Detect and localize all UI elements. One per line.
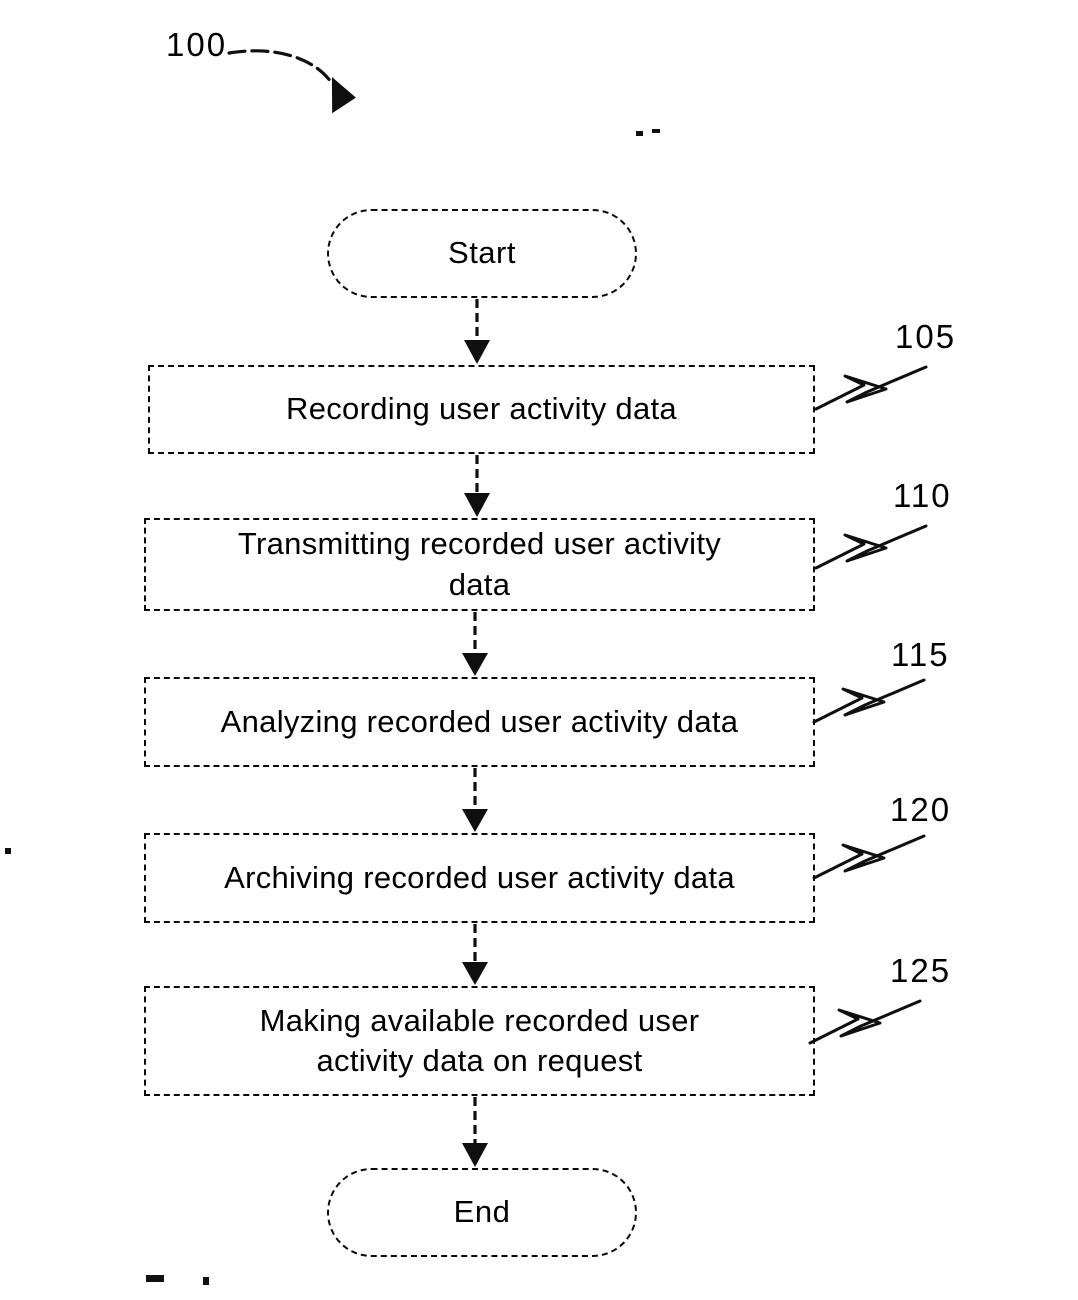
leader-line-120 <box>812 834 926 880</box>
connector-115-to-120 <box>462 768 488 832</box>
node-label-transmitting: Transmitting recorded user activity data <box>237 526 722 602</box>
scan-artifact-speck <box>636 131 643 136</box>
leader-line-105 <box>814 365 928 411</box>
flowchart-node-end[interactable]: End <box>327 1168 637 1257</box>
scan-artifact-speck <box>5 848 11 854</box>
callout-number-115: 115 <box>891 636 950 673</box>
flowchart-node-recording[interactable]: Recording user activity data <box>148 365 815 454</box>
connector-start-to-105 <box>464 299 490 364</box>
callout-number-110: 110 <box>893 477 952 514</box>
callout-number-120: 120 <box>890 791 952 828</box>
callout-number-125: 125 <box>890 952 952 989</box>
patent-figure-canvas: 100 Start Recording user activity data T… <box>0 0 1078 1300</box>
scan-artifact-speck <box>146 1275 164 1282</box>
flowchart-node-archiving[interactable]: Archiving recorded user activity data <box>144 833 815 923</box>
node-label-end: End <box>453 1194 511 1230</box>
leader-line-115 <box>812 678 926 724</box>
flowchart-node-making-available[interactable]: Making available recorded user activity … <box>144 986 815 1096</box>
scan-artifact-speck <box>652 129 660 133</box>
node-label-making-available: Making available recorded user activity … <box>259 1002 700 1078</box>
connector-120-to-125 <box>462 924 488 985</box>
node-label-recording: Recording user activity data <box>286 391 677 427</box>
figure-reference-number: 100 <box>166 26 228 63</box>
scan-artifact-speck <box>203 1277 209 1285</box>
leader-line-110 <box>814 524 928 570</box>
node-label-start: Start <box>448 235 516 271</box>
connector-125-to-end <box>462 1097 488 1167</box>
callout-number-105: 105 <box>895 318 957 355</box>
flowchart-node-analyzing[interactable]: Analyzing recorded user activity data <box>144 677 815 767</box>
figure-leader-arrow-100 <box>227 49 356 114</box>
node-label-archiving: Archiving recorded user activity data <box>224 859 735 895</box>
leader-line-125 <box>808 999 922 1045</box>
flowchart-node-transmitting[interactable]: Transmitting recorded user activity data <box>144 518 815 611</box>
connector-105-to-110 <box>464 455 490 517</box>
node-label-analyzing: Analyzing recorded user activity data <box>220 703 739 739</box>
flowchart-node-start[interactable]: Start <box>327 209 637 298</box>
connector-110-to-115 <box>462 612 488 676</box>
